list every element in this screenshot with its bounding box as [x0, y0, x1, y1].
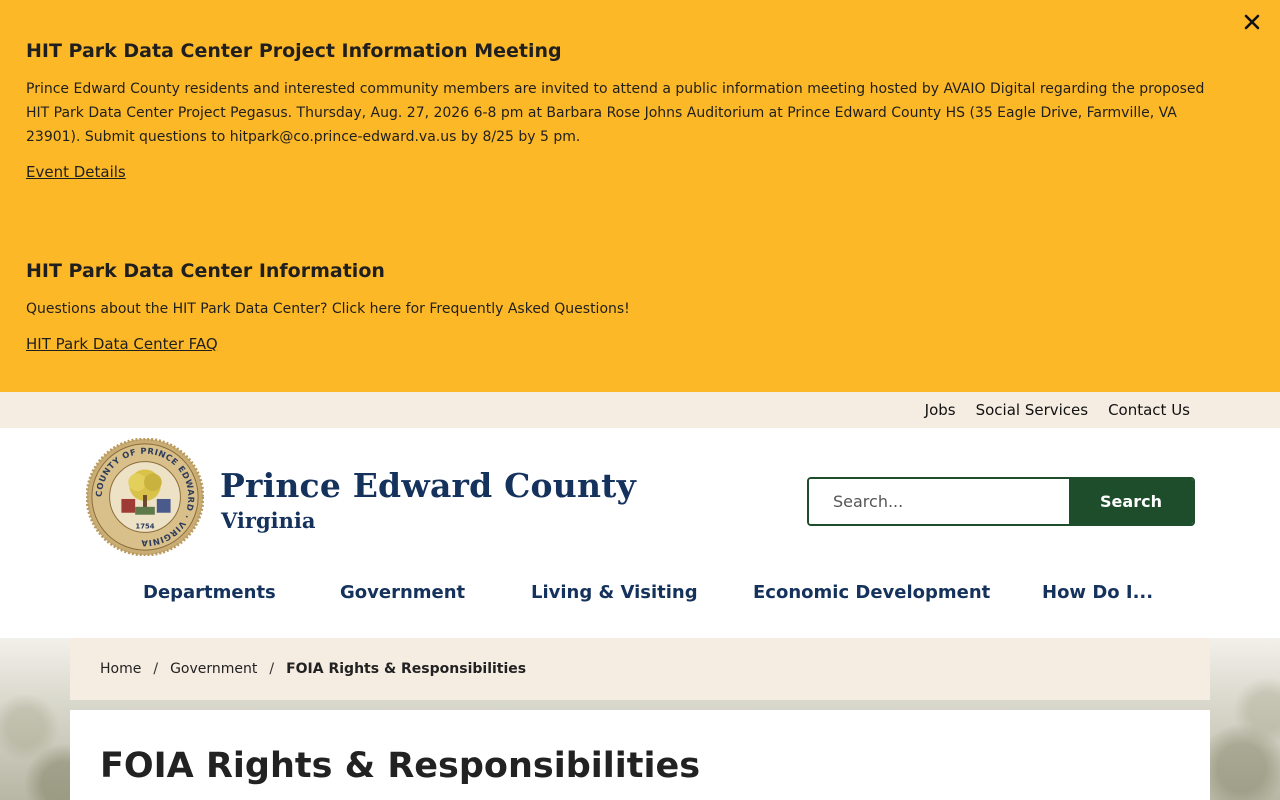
- alert-banner: HIT Park Data Center Project Information…: [0, 0, 1280, 392]
- site-header: COUNTY OF PRINCE EDWARD · VIRGINIA 1754 …: [0, 428, 1280, 638]
- utility-link-jobs[interactable]: Jobs: [925, 401, 956, 419]
- main-content: FOIA Rights & Responsibilities: [70, 710, 1210, 800]
- nav-how-do-i[interactable]: How Do I...: [1042, 582, 1153, 603]
- search-input[interactable]: [809, 479, 1069, 524]
- breadcrumb-current: FOIA Rights & Responsibilities: [286, 661, 527, 677]
- main-nav: Departments Government Living & Visiting…: [0, 572, 1280, 616]
- site-subtitle: Virginia: [221, 508, 316, 533]
- alert-title: HIT Park Data Center Information: [26, 260, 385, 282]
- alert-title: HIT Park Data Center Project Information…: [26, 40, 562, 62]
- nav-economic-development[interactable]: Economic Development: [753, 582, 990, 603]
- faq-link[interactable]: HIT Park Data Center FAQ: [26, 335, 218, 353]
- breadcrumb-home[interactable]: Home: [100, 661, 141, 677]
- utility-link-contact-us[interactable]: Contact Us: [1108, 401, 1190, 419]
- close-icon[interactable]: [1240, 10, 1264, 34]
- breadcrumb-separator: /: [153, 661, 159, 677]
- breadcrumb-separator: /: [269, 661, 275, 677]
- page-title: FOIA Rights & Responsibilities: [100, 746, 701, 786]
- utility-nav: Jobs Social Services Contact Us: [0, 392, 1280, 428]
- svg-text:1754: 1754: [135, 522, 154, 530]
- alert-body: Questions about the HIT Park Data Center…: [26, 301, 630, 317]
- nav-departments[interactable]: Departments: [143, 582, 276, 603]
- search-form: Search: [807, 477, 1195, 526]
- breadcrumb-government[interactable]: Government: [170, 661, 257, 677]
- breadcrumb: Home / Government / FOIA Rights & Respon…: [70, 638, 1210, 700]
- alert-body: Prince Edward County residents and inter…: [26, 81, 1205, 145]
- nav-government[interactable]: Government: [340, 582, 465, 603]
- event-details-link[interactable]: Event Details: [26, 163, 126, 181]
- utility-link-social-services[interactable]: Social Services: [976, 401, 1089, 419]
- site-title[interactable]: Prince Edward County: [220, 466, 636, 505]
- nav-living-visiting[interactable]: Living & Visiting: [531, 582, 698, 603]
- county-seal[interactable]: COUNTY OF PRINCE EDWARD · VIRGINIA 1754: [86, 438, 204, 556]
- search-button[interactable]: Search: [1069, 479, 1193, 524]
